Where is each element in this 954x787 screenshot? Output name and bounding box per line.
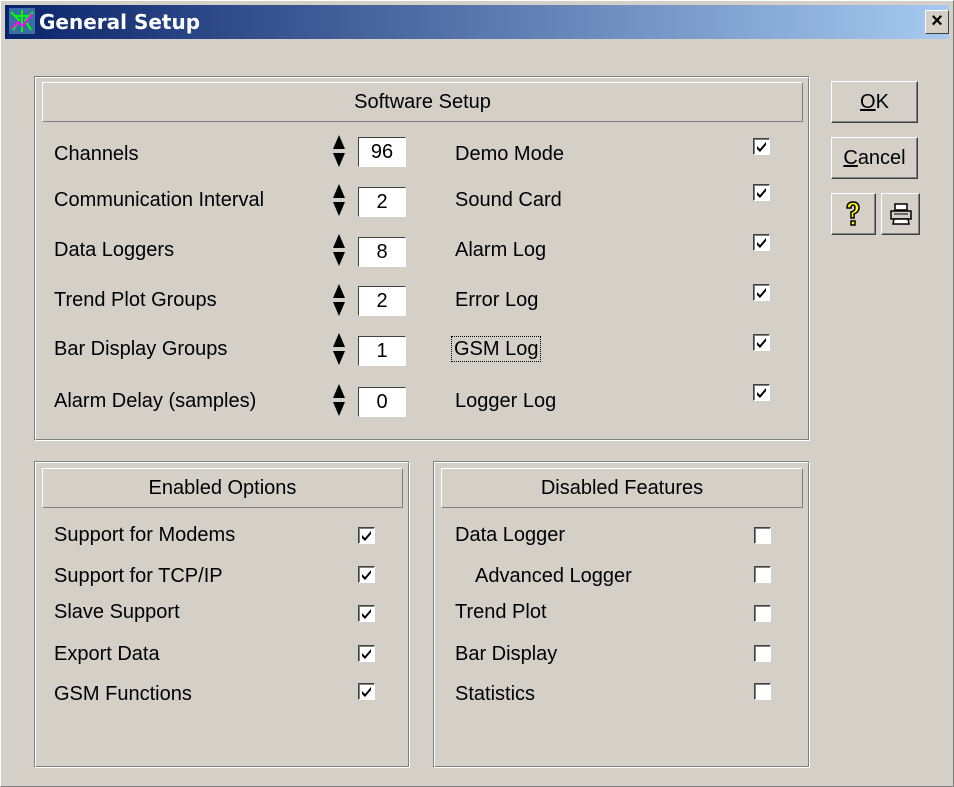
- checkmark-icon: [362, 531, 371, 541]
- checkmark-icon: [757, 238, 766, 248]
- cancel-mnemonic: C: [843, 147, 858, 169]
- sound-card-label[interactable]: Sound Card: [455, 188, 562, 212]
- gsm-log-label[interactable]: GSM Log: [450, 336, 542, 362]
- channels-label: Channels: [54, 143, 139, 165]
- ok-label-rest: K: [875, 91, 889, 113]
- close-icon: ×: [931, 10, 943, 32]
- channels-input[interactable]: 96: [358, 137, 406, 167]
- software-setup-header: Software Setup: [42, 82, 803, 122]
- logger-log-checkbox[interactable]: [753, 384, 770, 401]
- support-modems-checkbox[interactable]: [358, 527, 375, 544]
- statistics-label[interactable]: Statistics: [455, 682, 535, 706]
- trend-plot-groups-label: Trend Plot Groups: [54, 289, 217, 311]
- printer-icon: [890, 203, 912, 225]
- checkmark-icon: [362, 609, 371, 619]
- bar-display-groups-input[interactable]: 1: [358, 336, 406, 366]
- demo-mode-checkbox[interactable]: [753, 138, 770, 155]
- logger-log-label[interactable]: Logger Log: [455, 389, 556, 413]
- enabled-options-header: Enabled Options: [42, 468, 403, 508]
- data-loggers-spinner[interactable]: [332, 233, 346, 267]
- trend-plot-checkbox[interactable]: [754, 605, 771, 622]
- bar-display-groups-label: Bar Display Groups: [54, 338, 228, 360]
- alarm-delay-spinner[interactable]: [332, 383, 346, 417]
- general-setup-window: General Setup × Software Setup Channels …: [0, 0, 954, 787]
- statistics-checkbox[interactable]: [754, 683, 771, 700]
- alarm-log-label[interactable]: Alarm Log: [455, 238, 546, 262]
- question-icon: [846, 201, 860, 226]
- checkmark-icon: [757, 188, 766, 198]
- checkmark-icon: [362, 687, 371, 697]
- export-data-label[interactable]: Export Data: [54, 642, 160, 666]
- trend-plot-groups-input[interactable]: 2: [358, 286, 406, 316]
- advanced-logger-checkbox[interactable]: [754, 566, 771, 583]
- print-button[interactable]: [881, 193, 920, 235]
- data-loggers-input[interactable]: 8: [358, 237, 406, 267]
- data-logger-label[interactable]: Data Logger: [455, 523, 565, 547]
- alarm-log-checkbox[interactable]: [753, 234, 770, 251]
- title-bar[interactable]: General Setup ×: [5, 5, 949, 39]
- ok-mnemonic: O: [860, 91, 876, 113]
- error-log-checkbox[interactable]: [753, 284, 770, 301]
- slave-support-checkbox[interactable]: [358, 605, 375, 622]
- close-button[interactable]: ×: [925, 10, 949, 34]
- channels-spinner[interactable]: [332, 134, 346, 168]
- communication-interval-input[interactable]: 2: [358, 187, 406, 217]
- communication-interval-spinner[interactable]: [332, 183, 346, 217]
- checkmark-icon: [362, 570, 371, 580]
- checkmark-icon: [757, 142, 766, 152]
- help-button[interactable]: [831, 193, 876, 235]
- gsm-functions-label[interactable]: GSM Functions: [54, 682, 192, 706]
- communication-interval-label: Communication Interval: [54, 189, 265, 211]
- gsm-functions-checkbox[interactable]: [358, 683, 375, 700]
- error-log-label[interactable]: Error Log: [455, 288, 538, 312]
- bar-display-groups-spinner[interactable]: [332, 332, 346, 366]
- data-logger-checkbox[interactable]: [754, 527, 771, 544]
- export-data-checkbox[interactable]: [358, 645, 375, 662]
- bar-display-checkbox[interactable]: [754, 645, 771, 662]
- alarm-delay-label: Alarm Delay (samples): [54, 390, 257, 412]
- sound-card-checkbox[interactable]: [753, 184, 770, 201]
- support-tcpip-checkbox[interactable]: [358, 566, 375, 583]
- demo-mode-label[interactable]: Demo Mode: [455, 142, 564, 166]
- advanced-logger-label[interactable]: Advanced Logger: [475, 564, 632, 588]
- support-modems-label[interactable]: Support for Modems: [54, 523, 235, 547]
- gsm-log-checkbox[interactable]: [753, 334, 770, 351]
- data-loggers-label: Data Loggers: [54, 239, 175, 261]
- checkmark-icon: [757, 288, 766, 298]
- trend-plot-groups-spinner[interactable]: [332, 283, 346, 317]
- cancel-label-rest: ancel: [857, 147, 906, 169]
- window-title: General Setup: [39, 10, 201, 34]
- alarm-delay-input[interactable]: 0: [358, 387, 406, 417]
- bar-display-label[interactable]: Bar Display: [455, 642, 557, 666]
- slave-support-label[interactable]: Slave Support: [54, 600, 180, 624]
- checkmark-icon: [757, 388, 766, 398]
- checkmark-icon: [757, 338, 766, 348]
- support-tcpip-label[interactable]: Support for TCP/IP: [54, 564, 223, 588]
- disabled-features-header: Disabled Features: [441, 468, 803, 508]
- trend-plot-label[interactable]: Trend Plot: [455, 600, 547, 624]
- app-icon: [9, 8, 35, 34]
- cancel-button[interactable]: Cancel: [831, 137, 918, 179]
- ok-button[interactable]: OK: [831, 81, 918, 123]
- checkmark-icon: [362, 649, 371, 659]
